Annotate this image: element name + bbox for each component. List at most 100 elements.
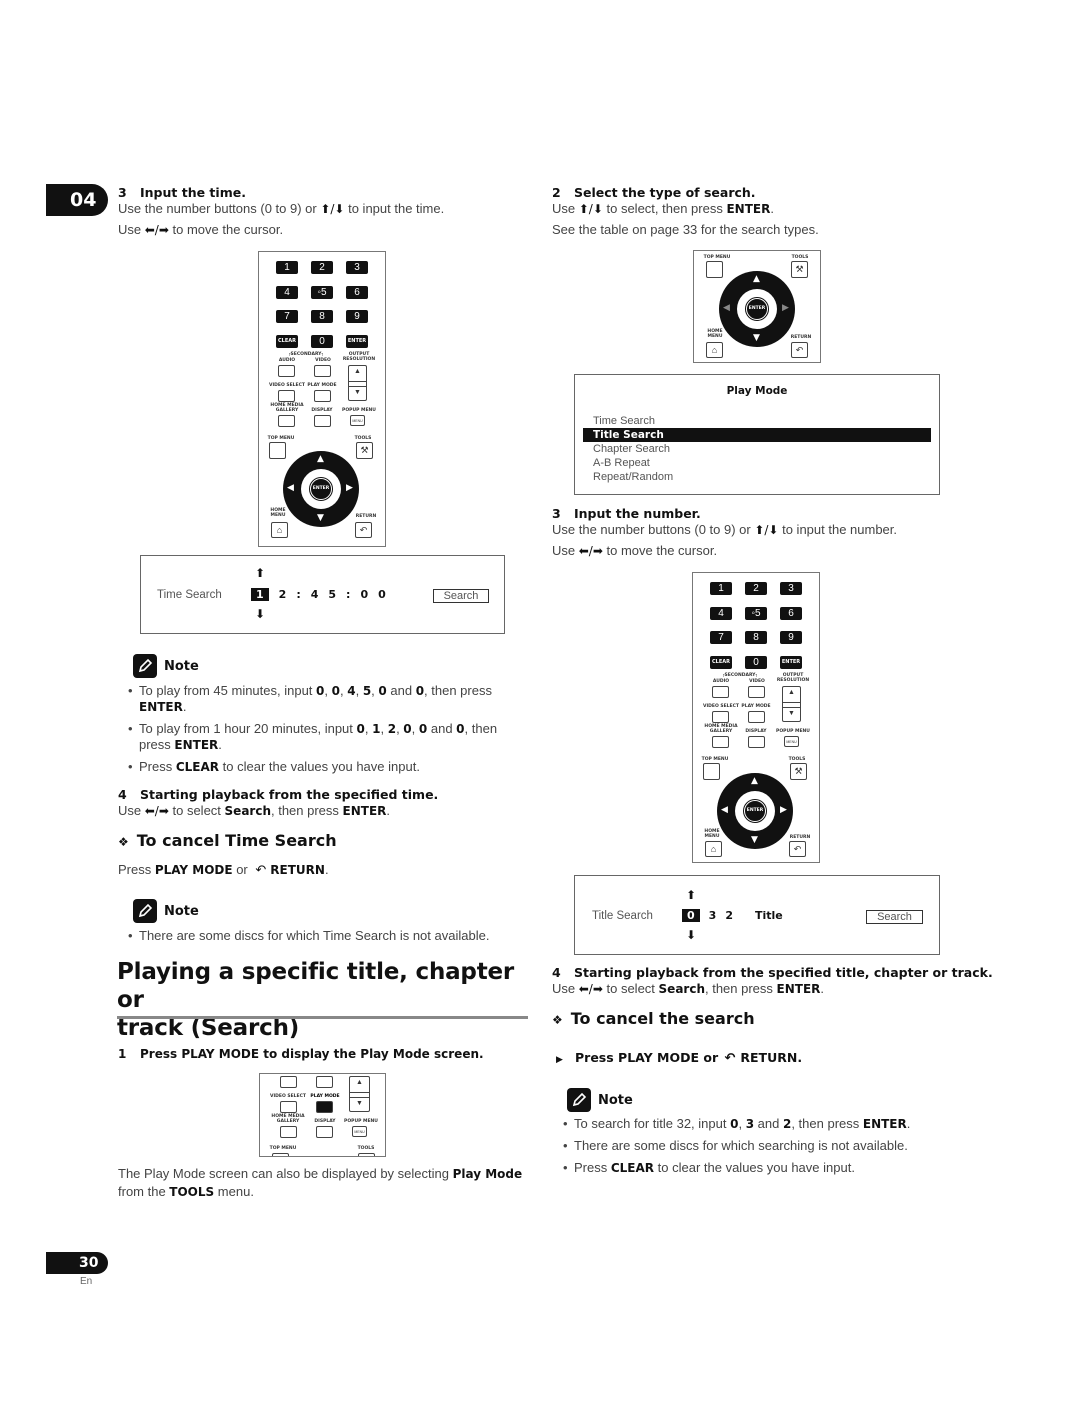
dpad-enter-button[interactable]: ENTER: [309, 477, 333, 501]
key-5[interactable]: ◦5: [745, 607, 767, 620]
dpad-enter-button[interactable]: ENTER: [745, 297, 769, 321]
clear-key[interactable]: CLEAR: [710, 656, 732, 669]
home-media-gallery-button[interactable]: [278, 415, 295, 427]
top-menu-button[interactable]: [272, 1153, 289, 1156]
arrow-left-icon[interactable]: ◀: [287, 484, 294, 493]
arrow-up-icon[interactable]: ▲: [751, 777, 758, 786]
search-button[interactable]: Search: [433, 589, 489, 603]
key-7[interactable]: 7: [276, 310, 298, 323]
direction-pad[interactable]: ENTER ▲ ▼ ◀ ▶: [719, 271, 795, 347]
tools-label: TOOLS: [354, 436, 372, 441]
arrow-down-icon[interactable]: ▼: [317, 514, 324, 523]
arrow-left-icon[interactable]: ◀: [723, 304, 730, 313]
key-1[interactable]: 1: [710, 582, 732, 595]
arrow-right-icon[interactable]: ▶: [780, 806, 787, 815]
enter-key[interactable]: ENTER: [346, 335, 368, 348]
menu-item-repeat-random[interactable]: Repeat/Random: [583, 470, 931, 484]
digit-field[interactable]: 0: [360, 588, 368, 601]
resolution-up-down-button[interactable]: ▲ ▼: [348, 365, 367, 401]
arrow-right-icon[interactable]: ▶: [346, 484, 353, 493]
audio-button[interactable]: [712, 686, 729, 698]
key-4[interactable]: 4: [276, 286, 298, 299]
key-1[interactable]: 1: [276, 261, 298, 274]
dpad-enter-button[interactable]: ENTER: [743, 799, 767, 823]
home-menu-button[interactable]: ⌂: [706, 342, 723, 358]
tools-button[interactable]: ⚒: [790, 763, 807, 780]
digit-field[interactable]: 0: [378, 588, 386, 601]
menu-item-chapter-search[interactable]: Chapter Search: [583, 442, 931, 456]
key-2[interactable]: 2: [745, 582, 767, 595]
search-button[interactable]: Search: [866, 910, 923, 924]
menu-item-time-search[interactable]: Time Search: [583, 414, 931, 428]
digit-field[interactable]: 1: [251, 588, 269, 601]
direction-pad[interactable]: ENTER ▲ ▼ ◀ ▶: [717, 773, 793, 849]
video-button[interactable]: [314, 365, 331, 377]
arrow-up-icon[interactable]: ▲: [753, 275, 760, 284]
key-7[interactable]: 7: [710, 631, 732, 644]
return-button[interactable]: ↶: [355, 522, 372, 538]
key-3[interactable]: 3: [780, 582, 802, 595]
digit-field[interactable]: 4: [311, 588, 319, 601]
arrow-left-icon[interactable]: ◀: [721, 806, 728, 815]
home-media-gallery-button[interactable]: [280, 1126, 297, 1138]
video-button[interactable]: [316, 1076, 333, 1088]
digit-field[interactable]: 2: [725, 909, 733, 922]
display-button[interactable]: [314, 415, 331, 427]
resolution-up-down-button[interactable]: ▲ ▼: [782, 686, 801, 722]
key-9[interactable]: 9: [780, 631, 802, 644]
arrow-right-icon[interactable]: ▶: [782, 304, 789, 313]
home-media-gallery-button[interactable]: [712, 736, 729, 748]
video-button[interactable]: [748, 686, 765, 698]
key-4[interactable]: 4: [710, 607, 732, 620]
tools-button[interactable]: ⚒: [356, 442, 373, 459]
key-0[interactable]: 0: [311, 335, 333, 348]
key-3[interactable]: 3: [346, 261, 368, 274]
key-8[interactable]: 8: [311, 310, 333, 323]
key-9[interactable]: 9: [346, 310, 368, 323]
play-mode-button[interactable]: [314, 390, 331, 402]
menu-item-a-b-repeat[interactable]: A-B Repeat: [583, 456, 931, 470]
return-button[interactable]: ↶: [791, 342, 808, 358]
top-menu-button[interactable]: [703, 763, 720, 780]
tools-button[interactable]: [358, 1153, 375, 1156]
key-2[interactable]: 2: [311, 261, 333, 274]
video-select-button[interactable]: [278, 390, 295, 402]
home-menu-button[interactable]: ⌂: [705, 841, 722, 857]
play-mode-button-highlighted[interactable]: [316, 1101, 333, 1113]
return-button[interactable]: ↶: [789, 841, 806, 857]
top-menu-button[interactable]: [269, 442, 286, 459]
resolution-up-down-button[interactable]: ▲ ▼: [349, 1076, 370, 1112]
key-8[interactable]: 8: [745, 631, 767, 644]
tools-button[interactable]: ⚒: [791, 261, 808, 278]
display-button[interactable]: [316, 1126, 333, 1138]
top-menu-button[interactable]: [706, 261, 723, 278]
key-6[interactable]: 6: [780, 607, 802, 620]
audio-button[interactable]: [280, 1076, 297, 1088]
home-icon: ⌂: [710, 844, 717, 854]
digit-field[interactable]: 3: [709, 909, 717, 922]
popup-menu-button[interactable]: MENU: [784, 736, 799, 747]
arrow-down-icon[interactable]: ▼: [753, 334, 760, 343]
menu-item-title-search[interactable]: Title Search: [583, 428, 931, 442]
key-5[interactable]: ◦5: [311, 286, 333, 299]
arrow-down-icon[interactable]: ▼: [751, 836, 758, 845]
key-0[interactable]: 0: [745, 656, 767, 669]
video-select-button[interactable]: [280, 1101, 297, 1113]
popup-menu-button[interactable]: MENU: [350, 415, 365, 426]
digit-field[interactable]: 5: [328, 588, 336, 601]
time-digits[interactable]: 12:45:00: [251, 588, 386, 601]
key-6[interactable]: 6: [346, 286, 368, 299]
clear-key[interactable]: CLEAR: [276, 335, 298, 348]
video-select-button[interactable]: [712, 711, 729, 723]
title-digits[interactable]: 032: [682, 909, 733, 922]
display-button[interactable]: [748, 736, 765, 748]
enter-key[interactable]: ENTER: [780, 656, 802, 669]
direction-pad[interactable]: ENTER ▲ ▼ ◀ ▶: [283, 451, 359, 527]
arrow-up-icon[interactable]: ▲: [317, 455, 324, 464]
digit-field[interactable]: 2: [279, 588, 287, 601]
home-menu-button[interactable]: ⌂: [271, 522, 288, 538]
play-mode-button[interactable]: [748, 711, 765, 723]
popup-menu-button[interactable]: MENU: [352, 1126, 367, 1137]
digit-field[interactable]: 0: [682, 909, 700, 922]
audio-button[interactable]: [278, 365, 295, 377]
